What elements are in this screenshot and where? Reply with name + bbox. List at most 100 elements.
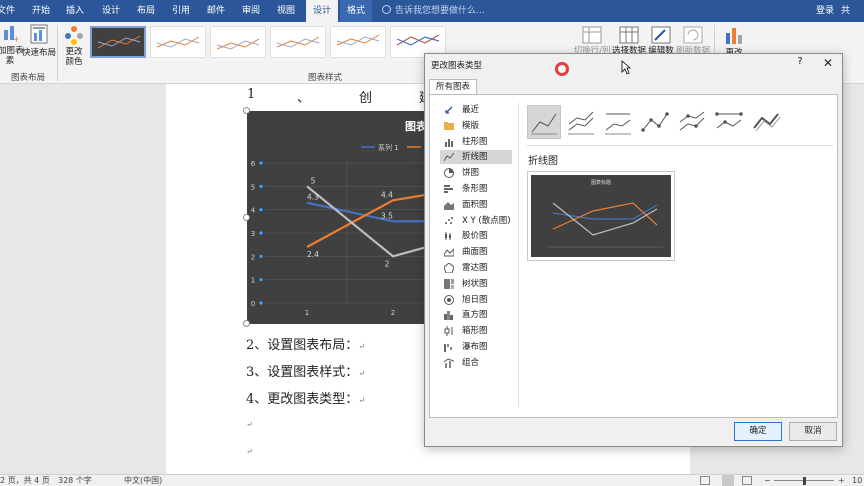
quick-layout-button[interactable]: 快速布局 [22, 24, 56, 64]
subtype-divider [527, 145, 833, 146]
ribbon-tab-4[interactable]: 布局 [131, 0, 161, 22]
login-link[interactable]: 登录 [816, 0, 834, 22]
zoom-in-icon[interactable]: + [838, 475, 845, 486]
web-layout-icon[interactable] [742, 476, 752, 485]
select-data-button[interactable]: 选择数据 [612, 26, 646, 56]
empty-paragraph-mark: ↵ [246, 420, 253, 429]
chart-x-tick-label: 2 [391, 309, 395, 317]
refresh-data-icon [683, 26, 703, 44]
mouse-cursor-icon [621, 60, 631, 75]
refresh-data-button[interactable]: 刷新数据 [676, 26, 710, 56]
doc-line-1-char-1: 1 [247, 87, 256, 102]
chart-style-4-preview [276, 36, 320, 48]
add-chart-element-icon: + [4, 26, 18, 42]
chart-category-10[interactable]: 雷达图 [440, 261, 512, 275]
ribbon-tab-6[interactable]: 邮件 [201, 0, 231, 22]
close-icon[interactable]: ✕ [820, 56, 836, 72]
recent-icon [445, 106, 453, 114]
ribbon-tab-3[interactable]: 设计 [96, 0, 126, 22]
chart-category-label: 旭日图 [462, 294, 488, 305]
chart-category-15[interactable]: 瀑布图 [440, 340, 512, 354]
ok-button[interactable]: 确定 [734, 422, 782, 441]
chart-category-11[interactable]: 树状图 [440, 277, 512, 291]
ribbon-tab-10[interactable]: 格式 [340, 0, 372, 22]
language-indicator[interactable]: 中文(中国) [124, 475, 162, 486]
chart-y-axis-selection-dot [259, 278, 263, 282]
percent-stacked-line-markers-subtype-icon [715, 112, 743, 129]
tab-all-charts[interactable]: 所有图表 [429, 79, 478, 94]
read-mode-icon[interactable] [700, 476, 710, 485]
chart-y-axis-selection-dot [259, 161, 263, 165]
subtype-stacked-line-markers[interactable] [675, 105, 709, 139]
line-3d-subtype-icon [753, 113, 781, 132]
doc-line-1-char-2: 、 [297, 91, 311, 106]
chart-resize-handle-bottom-left[interactable] [243, 320, 250, 327]
help-button[interactable]: ? [793, 56, 807, 72]
chart-category-5[interactable]: 条形图 [440, 182, 512, 196]
line-subtype-icon [531, 113, 557, 135]
chart-category-14[interactable]: 箱形图 [440, 324, 512, 338]
subtype-line[interactable] [527, 105, 561, 139]
chart-category-16[interactable]: 组合 [440, 356, 512, 370]
ribbon-tab-0[interactable]: 文件 [0, 0, 16, 22]
chart-category-12[interactable]: 旭日图 [440, 293, 512, 307]
chart-category-6[interactable]: 面积图 [440, 198, 512, 212]
subtype-100-stacked-line-markers[interactable] [712, 105, 746, 139]
chart-style-3[interactable] [210, 26, 266, 58]
stock-chart-icon [445, 232, 451, 241]
share-button[interactable]: 共 [841, 0, 850, 22]
tell-me-box[interactable]: 告诉我您想要做什么... [382, 0, 485, 22]
change-colors-button[interactable]: 更改 颜色 [60, 24, 88, 68]
chart-x-tick-label: 1 [305, 309, 309, 317]
chart-style-2[interactable] [150, 26, 206, 58]
chart-category-2[interactable]: 柱形图 [440, 135, 512, 149]
chart-category-label: 面积图 [462, 199, 488, 210]
subtype-3d-line[interactable] [749, 105, 783, 139]
zoom-level[interactable]: 10 [852, 475, 862, 486]
chart-category-0[interactable]: 最近 [440, 103, 512, 117]
subtype-line-with-markers[interactable] [638, 105, 672, 139]
ribbon-tab-7[interactable]: 审阅 [236, 0, 266, 22]
chart-category-3[interactable]: 折线图 [440, 150, 512, 165]
zoom-slider-thumb[interactable] [803, 477, 806, 485]
ribbon-tab-8[interactable]: 视图 [271, 0, 301, 22]
subtype-100-stacked-line[interactable] [601, 105, 635, 139]
chart-style-1[interactable] [90, 26, 146, 58]
chart-resize-handle-top-left[interactable] [243, 107, 250, 114]
zoom-out-icon[interactable]: − [764, 475, 771, 486]
edit-data-button[interactable]: 编辑数 据 [648, 26, 674, 66]
chart-category-4[interactable]: 饼图 [440, 166, 512, 180]
embedded-line-chart[interactable]: 012345612图表系列 1系列 254.34.43.52.42 [247, 111, 447, 324]
chart-style-4[interactable] [270, 26, 326, 58]
chart-y-tick-label: 5 [251, 183, 255, 191]
histogram-chart-icon [444, 311, 453, 321]
chart-category-13[interactable]: 直方图 [440, 308, 512, 322]
chart-category-7[interactable]: X Y (散点图) [440, 214, 512, 228]
ribbon-tab-5[interactable]: 引用 [166, 0, 196, 22]
switch-row-column-button[interactable]: 切换行/列 [574, 26, 610, 56]
cancel-button[interactable]: 取消 [789, 422, 837, 441]
chart-data-label: 5 [311, 176, 316, 185]
chart-data-label: 4.3 [307, 193, 319, 202]
doc-line-2: 2、设置图表布局：↵ [246, 334, 365, 353]
chart-style-5[interactable] [330, 26, 386, 58]
chart-y-tick-label: 3 [251, 230, 255, 238]
doc-line-4-text: 4、更改图表类型： [246, 392, 359, 407]
switch-row-column-icon [582, 26, 602, 44]
ribbon-tab-9[interactable]: 设计 [306, 0, 338, 22]
word-count[interactable]: 328 个字 [58, 475, 92, 486]
ribbon-tab-2[interactable]: 插入 [60, 0, 90, 22]
chart-category-1[interactable]: 模版 [440, 119, 512, 133]
color-palette-icon [65, 26, 83, 45]
print-layout-icon[interactable] [722, 475, 734, 486]
ribbon-tab-1[interactable]: 开始 [26, 0, 56, 22]
line-markers-subtype-icon [641, 112, 669, 132]
subtype-stacked-line[interactable] [564, 105, 598, 139]
add-chart-element-button[interactable]: + 加图表 素 [0, 24, 24, 66]
chart-category-9[interactable]: 曲面图 [440, 245, 512, 259]
chart-type-panel: 最近模版柱形图 折线图 饼图条形图面积图 X Y (散点图) 股价图曲面图雷达图树状图旭… [429, 94, 838, 418]
chart-y-tick-label: 1 [251, 277, 255, 285]
chart-category-8[interactable]: 股价图 [440, 229, 512, 243]
chart-resize-handle-mid-left[interactable] [243, 214, 250, 221]
page-count[interactable]: 2 页，共 4 页 [0, 475, 50, 486]
